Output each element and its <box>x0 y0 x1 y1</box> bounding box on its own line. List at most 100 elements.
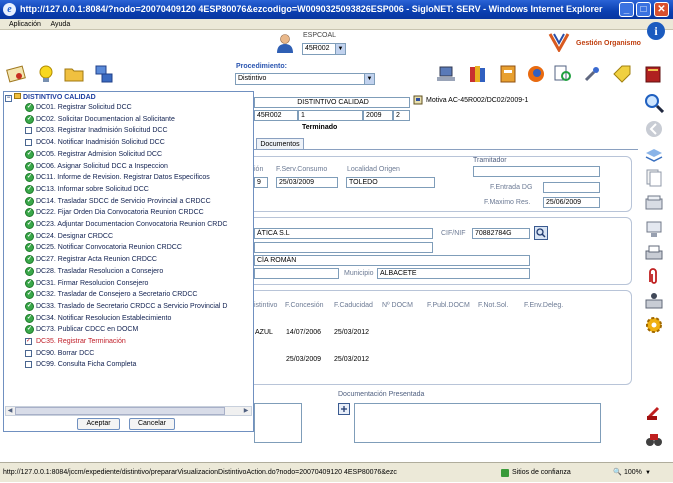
add-document-icon[interactable] <box>338 403 350 415</box>
checkbox[interactable] <box>25 361 32 369</box>
observaciones-field[interactable] <box>254 403 302 443</box>
task-item-label: DC28. Trasladar Resolucion a Consejero <box>36 267 164 275</box>
chevron-down-icon: ▼ <box>364 74 374 84</box>
municipio-label: Municipio <box>344 270 374 277</box>
checkbox[interactable] <box>25 349 32 357</box>
completed-check-icon: ✓ <box>25 313 34 323</box>
menu-aplicacion[interactable]: Aplicación <box>9 21 41 28</box>
localidad-origen-field[interactable]: TOLEDO <box>346 177 435 188</box>
network-computer-icon[interactable] <box>94 64 114 84</box>
completed-check-icon: ✓ <box>25 220 34 229</box>
cancel-button[interactable]: Cancelar <box>129 418 175 430</box>
completed-check-icon: ✓ <box>25 149 34 159</box>
tools-icon[interactable] <box>582 64 602 84</box>
zoom-dropdown-icon[interactable]: ▼ <box>645 463 651 483</box>
status-zone: Sitios de confianza <box>512 469 571 476</box>
checkbox[interactable] <box>25 139 32 147</box>
task-item-label: DC11. Informe de Revision. Registrar Dat… <box>36 174 210 182</box>
zoom-icon[interactable]: 🔍 <box>613 463 622 483</box>
collapse-icon[interactable]: − <box>5 95 12 102</box>
gestion-logo-icon <box>548 33 570 52</box>
task-item-label: DC14. Trasladar SDCC de Servicio Provinc… <box>36 197 211 205</box>
tab-divider <box>254 149 638 150</box>
task-item-label: DC34. Notificar Resolucion Establecimien… <box>36 314 172 322</box>
folder-icon[interactable] <box>64 64 84 84</box>
empresa-extra-field[interactable] <box>254 242 433 253</box>
col-f-caducidad: F.Caducidad <box>334 302 373 309</box>
date-fragment: 9 <box>254 177 268 188</box>
f-maximo-res-label: F.Maximo Res. <box>484 199 531 206</box>
folder-icon <box>14 93 21 99</box>
record-num: 1 <box>298 110 363 121</box>
completed-check-icon: ✓ <box>25 231 34 241</box>
status-zoom[interactable]: 100% <box>624 463 642 483</box>
col-f-concesion: F.Concesión <box>285 302 324 309</box>
user-printer-icon[interactable] <box>644 291 664 311</box>
record-seq: 2 <box>393 110 410 121</box>
archive-icon[interactable] <box>498 64 518 84</box>
empresa-field[interactable]: ÁTICA S.L <box>254 228 433 239</box>
close-button[interactable]: ✕ <box>654 2 669 17</box>
search-button-icon[interactable] <box>534 226 548 240</box>
user-icon <box>277 34 293 53</box>
persona-field[interactable]: CÍA ROMÁN <box>254 255 530 266</box>
certificate-icon[interactable] <box>6 64 26 84</box>
scroll-left-icon[interactable]: ◀ <box>6 407 14 415</box>
menu-ayuda[interactable]: Ayuda <box>50 21 70 28</box>
tramitador-field[interactable] <box>473 166 600 177</box>
printer-icon[interactable] <box>644 243 664 263</box>
info-icon[interactable]: i <box>647 22 665 40</box>
books-icon[interactable] <box>468 64 488 84</box>
completed-check-icon: ✓ <box>25 114 34 124</box>
scrollbar-thumb[interactable] <box>15 407 225 415</box>
record-title: DISTINTIVO CALIDAD <box>254 97 410 108</box>
completed-check-icon: ✓ <box>25 103 34 112</box>
laptop-icon[interactable] <box>436 64 456 84</box>
back-icon[interactable] <box>644 119 664 139</box>
network-icon[interactable] <box>644 219 664 239</box>
task-item-label: DC31. Firmar Resolucion Consejero <box>36 279 149 287</box>
f-entrada-dg-field[interactable] <box>543 182 600 193</box>
f-serv-consumo-field[interactable]: 25/03/2009 <box>276 177 338 188</box>
task-item-label: DC73. Publicar CDCC en DOCM <box>36 326 139 334</box>
paperclip-icon[interactable] <box>644 267 664 287</box>
documents-icon[interactable] <box>644 167 664 187</box>
record-status: Terminado <box>302 124 338 131</box>
checkbox[interactable] <box>25 127 32 135</box>
firefox-icon[interactable] <box>526 64 546 84</box>
task-item-label: DC05. Registrar Admision Solicitud DCC <box>36 150 163 158</box>
window-title: http://127.0.0.1:8084/?nodo=20070409120 … <box>20 4 603 14</box>
cif-field[interactable]: 70882784G <box>472 228 530 239</box>
search-document-icon[interactable] <box>553 64 573 84</box>
document-icon[interactable] <box>413 95 423 105</box>
checked-checkbox[interactable]: ✓ <box>25 338 32 345</box>
task-item-label: DC06. Asignar Solicitud DCC a Inspeccion <box>36 162 168 170</box>
maximize-button[interactable]: □ <box>636 2 651 17</box>
tag-icon[interactable] <box>612 64 632 84</box>
book-icon[interactable] <box>643 64 663 84</box>
direccion-field[interactable] <box>254 268 339 279</box>
minimize-button[interactable]: _ <box>619 2 634 17</box>
task-item-label: DC32. Trasladar de Consejero a Secretari… <box>36 291 198 299</box>
f-maximo-res-field[interactable]: 25/06/2009 <box>543 197 600 208</box>
task-item-label: DC33. Traslado de Secretario CRDCC a Ser… <box>36 302 228 310</box>
stamp-icon[interactable] <box>644 402 664 422</box>
magnifier-icon[interactable] <box>644 93 664 113</box>
municipio-field[interactable]: ALBACETE <box>377 268 530 279</box>
col-distintivo: istintivo <box>254 302 278 309</box>
documentacion-field[interactable] <box>354 403 601 443</box>
lightbulb-icon[interactable] <box>36 64 56 84</box>
espcoal-select[interactable]: 45R002 ▼ <box>302 43 346 55</box>
task-item-label: DC04. Notificar Inadmisión Solicitud DCC <box>36 139 165 147</box>
window-title-bar: e http://127.0.0.1:8084/?nodo=2007040912… <box>0 0 673 19</box>
exit-icon[interactable] <box>644 430 664 450</box>
stack-icon[interactable] <box>644 193 664 213</box>
layers-icon[interactable] <box>644 145 664 165</box>
cif-label: CIF/NIF <box>441 230 466 237</box>
record-code: 45R002 <box>254 110 298 121</box>
procedimiento-select[interactable]: Distintivo ▼ <box>235 73 375 85</box>
accept-button[interactable]: Aceptar <box>77 418 120 430</box>
settings-gear-icon[interactable] <box>644 315 664 335</box>
scroll-right-icon[interactable]: ▶ <box>242 407 250 415</box>
task-item-label: DC24. Designar CRDCC <box>36 232 114 240</box>
